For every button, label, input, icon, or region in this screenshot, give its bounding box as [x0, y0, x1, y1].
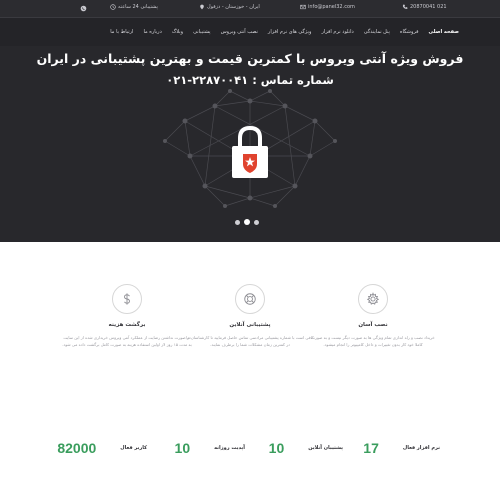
stat-value: 10: [268, 440, 285, 456]
main-navigation: صفحه اصلی فروشگاه پنل نمایندگی دانلود نر…: [0, 18, 500, 46]
clock-icon: [110, 4, 116, 10]
slide-dot-1[interactable]: [235, 219, 240, 225]
phone-info[interactable]: 021 20870041: [402, 4, 447, 10]
nav-menu: صفحه اصلی فروشگاه پنل نمایندگی دانلود نر…: [105, 29, 464, 35]
stat-active-software: نرم افزار فعال 17: [363, 440, 440, 456]
stat-label: پشتیبان آنلاین: [308, 445, 343, 451]
nav-item-blog[interactable]: وبلاگ: [167, 29, 188, 35]
slide-dot-2-active[interactable]: [244, 219, 250, 225]
slide-dot-3[interactable]: [254, 219, 259, 225]
feature-title: برگشت هزینه: [108, 322, 146, 328]
nav-item-download[interactable]: دانلود نرم افزار: [316, 29, 358, 35]
padlock-icon: [232, 125, 268, 178]
phone-number: 021 20870041: [410, 4, 447, 10]
lifebuoy-icon: [244, 293, 256, 305]
feature-title: پشتیبانی آنلاین: [229, 322, 271, 328]
top-bar: 021 20870041 info@panel32.com ایران - خو…: [0, 0, 500, 18]
feature-icon-circle: [235, 284, 265, 314]
stat-value: 82000: [57, 440, 97, 456]
support-text: پشتیبانی 24 ساعته: [118, 4, 158, 10]
stat-value: 10: [174, 440, 191, 456]
stats-bar: نرم افزار فعال 17 پشتیبان آنلاین 10 آپدی…: [0, 440, 500, 470]
nav-item-install[interactable]: نصب آنتی ویروس: [216, 29, 263, 35]
stat-label: آپدیت روزانه: [214, 445, 245, 451]
whatsapp-icon[interactable]: [80, 5, 87, 12]
phone-icon: [402, 4, 408, 9]
feature-icon-circle: [358, 284, 388, 314]
dollar-icon: [124, 293, 130, 305]
gear-icon: [366, 292, 380, 305]
hero-phone: شماره تماس : ۲۲۸۷۰۰۴۱-۰۲۱: [166, 73, 334, 87]
nav-item-reseller-panel[interactable]: پنل نمایندگی: [359, 29, 395, 35]
address-info: ایران - خوزستان - دزفول: [199, 4, 260, 10]
feature-title: نصب آسان: [358, 322, 388, 328]
stat-label: کاربر فعال: [120, 445, 147, 451]
map-pin-icon: [200, 4, 204, 10]
nav-item-home[interactable]: صفحه اصلی: [424, 29, 464, 35]
email-info[interactable]: info@panel32.com: [300, 4, 355, 10]
stat-online-support: پشتیبان آنلاین 10: [269, 440, 343, 456]
feature-description: خریداد نصب و راه اندازی تمام ویژگی ها به…: [311, 335, 435, 347]
feature-easy-install: نصب آسان خریداد نصب و راه اندازی تمام وی…: [308, 284, 438, 348]
nav-item-contact[interactable]: ارتباط با ما: [105, 29, 138, 35]
hero-title: فروش ویژه آنتی ویروس با کمترین قیمت و به…: [36, 51, 464, 66]
feature-online-support: پشتیبانی آنلاین کافی است با شماره پشتیبا…: [185, 284, 315, 348]
nav-item-about[interactable]: درباره ما: [138, 29, 166, 35]
feature-description: در صورت نداشتن رضایت از عملکرد آنتی ویرو…: [62, 335, 192, 347]
slider-pagination: [235, 219, 259, 225]
stat-active-users: کاربر فعال 82000: [57, 440, 147, 456]
email-address: info@panel32.com: [308, 4, 355, 10]
address-text: ایران - خوزستان - دزفول: [207, 4, 260, 10]
stat-label: نرم افزار فعال: [402, 445, 440, 451]
features-section: نصب آسان خریداد نصب و راه اندازی تمام وی…: [0, 242, 500, 407]
support-info: پشتیبانی 24 ساعته: [110, 4, 158, 10]
feature-icon-circle: [112, 284, 142, 314]
feature-money-back: برگشت هزینه در صورت نداشتن رضایت از عملک…: [62, 284, 192, 348]
nav-item-features[interactable]: ویژگی های نرم افزار: [263, 29, 317, 35]
stat-daily-update: آپدیت روزانه 10: [175, 440, 245, 456]
nav-item-support[interactable]: پشتیبانی: [188, 29, 215, 35]
hero-slider: فروش ویژه آنتی ویروس با کمترین قیمت و به…: [0, 46, 500, 242]
envelope-icon: [300, 4, 306, 10]
feature-description: کافی است با شماره پشتیبانی مرادسی تماس ح…: [186, 335, 314, 347]
stat-value: 17: [363, 440, 379, 456]
nav-item-shop[interactable]: فروشگاه: [395, 29, 424, 35]
